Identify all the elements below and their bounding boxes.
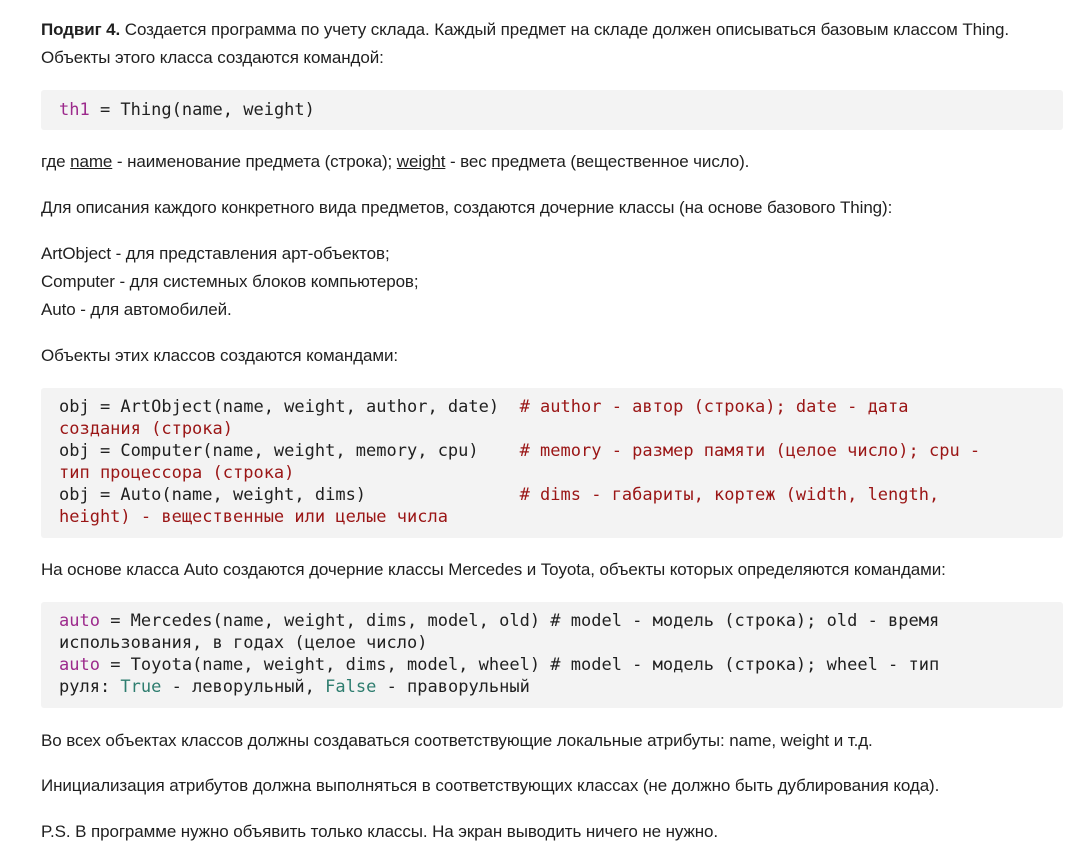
task-intro: Подвиг 4. Создается программа по учету с… <box>41 16 1063 72</box>
params-mid: - наименование предмета (строка); <box>112 152 397 171</box>
param-name-link[interactable]: name <box>70 152 112 171</box>
children-paragraph: Для описания каждого конкретного вида пр… <box>41 198 893 217</box>
init-paragraph: Инициализация атрибутов должна выполнять… <box>41 776 940 795</box>
code-comment: # author - автор (строка); date - дата <box>519 397 909 417</box>
task-title: Подвиг 4. <box>41 20 121 39</box>
param-weight-link[interactable]: weight <box>397 152 446 171</box>
ps-paragraph: P.S. В программе нужно объявить только к… <box>41 822 719 841</box>
auto-paragraph: На основе класса Auto создаются дочерние… <box>41 560 946 579</box>
code-comment: создания (строка) <box>59 419 233 439</box>
list-item-computer: Computer - для системных блоков компьюте… <box>41 272 419 291</box>
code-var-th1: th1 <box>59 100 90 120</box>
code-line: obj = ArtObject(name, weight, author, da… <box>59 397 520 417</box>
code-line: использования, в годах (целое число) <box>59 633 428 653</box>
code-block-auto: auto = Mercedes(name, weight, dims, mode… <box>41 602 1063 708</box>
code-var-auto: auto <box>59 655 100 675</box>
code-comment: тип процессора (строка) <box>59 463 295 483</box>
code-thing-call: = Thing(name, weight) <box>89 100 315 120</box>
list-item-auto: Auto - для автомобилей. <box>41 300 232 319</box>
objects-paragraph: Объекты этих классов создаются командами… <box>41 346 398 365</box>
code-line: - праворульный <box>376 677 530 697</box>
code-comment: # dims - габариты, кортеж (width, length… <box>519 485 940 505</box>
code-line: - леворульный, <box>161 677 326 697</box>
params-prefix: где <box>41 152 71 171</box>
code-line: руля: <box>59 677 121 697</box>
params-description: где name - наименование предмета (строка… <box>41 148 1063 176</box>
code-block-thing: th1 = Thing(name, weight) <box>41 90 1063 130</box>
code-comment: height) - вещественные или целые числа <box>59 507 448 527</box>
code-line: = Mercedes(name, weight, dims, model, ol… <box>99 611 940 631</box>
task-intro-text: Создается программа по учету склада. Каж… <box>41 20 1010 67</box>
code-bool-true: True <box>120 677 162 697</box>
code-var-auto: auto <box>59 611 100 631</box>
code-line: = Toyota(name, weight, dims, model, whee… <box>99 655 940 675</box>
code-line: obj = Computer(name, weight, memory, cpu… <box>59 441 520 461</box>
code-comment: # memory - размер памяти (целое число); … <box>519 441 981 461</box>
code-bool-false: False <box>325 677 377 697</box>
list-item-artobject: ArtObject - для представления арт-объект… <box>41 244 390 263</box>
code-line: obj = Auto(name, weight, dims) <box>59 485 520 505</box>
attrs-paragraph: Во всех объектах классов должны создават… <box>41 731 873 750</box>
code-block-objects: obj = ArtObject(name, weight, author, da… <box>41 388 1063 538</box>
params-suffix: - вес предмета (вещественное число). <box>445 152 750 171</box>
